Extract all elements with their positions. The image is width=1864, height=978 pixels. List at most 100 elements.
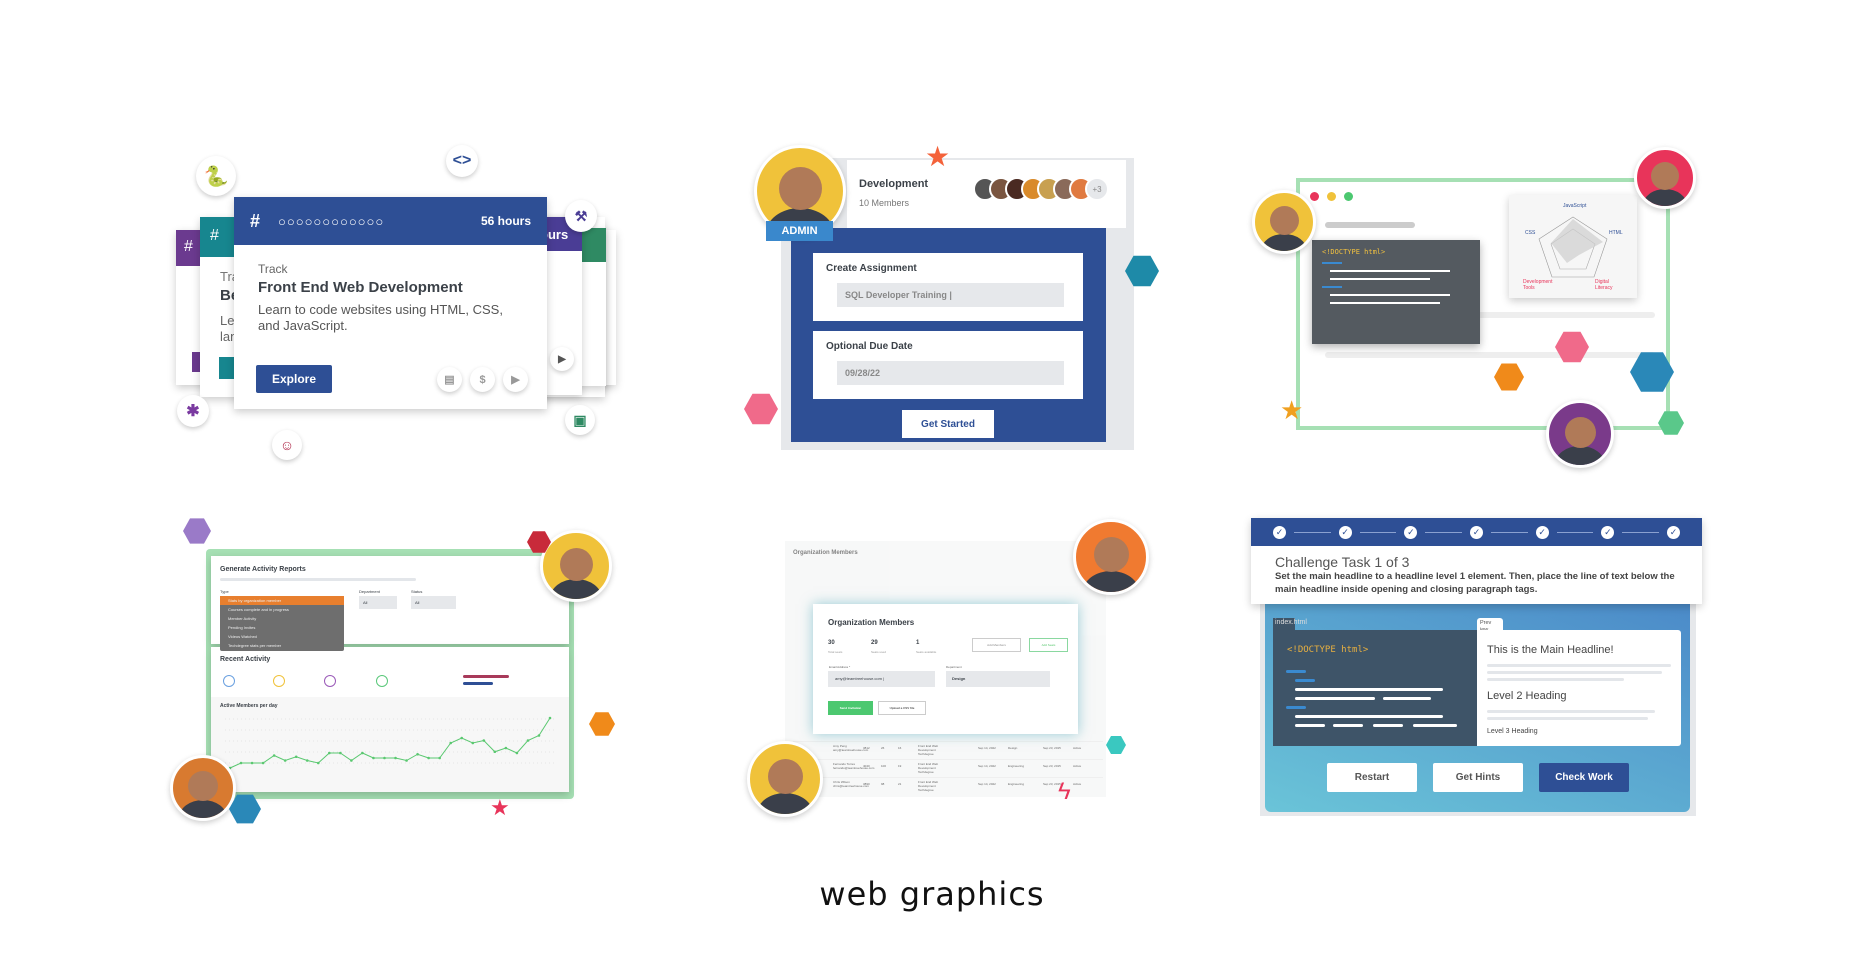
- book-icon[interactable]: ▤: [437, 367, 462, 392]
- bg-title: Organization Members: [793, 550, 858, 556]
- python-icon: 🐍: [196, 156, 236, 196]
- department-label: Department: [946, 665, 962, 669]
- data-point: [449, 741, 452, 745]
- department-label: Department: [359, 589, 380, 594]
- create-assignment-box: Create Assignment SQL Developer Training…: [813, 253, 1083, 321]
- stat-label: Total seats: [828, 650, 843, 654]
- window-controls: [1310, 192, 1353, 201]
- radar-chart: JavaScript HTML Digital Literacy Develop…: [1509, 195, 1637, 298]
- team-header: Development 10 Members +3: [847, 160, 1126, 228]
- radar-axis-label: CSS: [1525, 230, 1536, 236]
- modal-title: Organization Members: [828, 618, 915, 627]
- add-seats-button[interactable]: Add Seats: [1029, 638, 1068, 652]
- learner-avatar: [1252, 190, 1316, 254]
- member-avatar: [540, 530, 612, 602]
- cell-track: Front End Web Development Techdegree: [918, 780, 939, 792]
- data-point: [372, 756, 375, 760]
- recent-activity: Recent Activity Active Members per day: [211, 647, 569, 792]
- track-title: Front End Web Development: [258, 279, 463, 296]
- due-date-input[interactable]: 09/28/22: [837, 361, 1064, 385]
- cell-n3: 21: [898, 782, 902, 786]
- hex-badge-icon: [1106, 736, 1126, 754]
- cell-track: Front End Web Development Techdegree: [918, 744, 939, 756]
- hex-badge-icon: [589, 712, 615, 736]
- data-point: [305, 759, 309, 762]
- table-row[interactable]: Chris Wilson chris@teamtreehouse.com 3890 9…: [793, 777, 1103, 795]
- table-row[interactable]: Amy Peng amy@teamtreehouse.com 3812 26 16 Fro…: [793, 741, 1103, 759]
- email-input[interactable]: amy@teamtreehouse.com |: [828, 671, 935, 687]
- department-select[interactable]: All: [359, 596, 397, 609]
- activity-icon: [324, 675, 336, 687]
- cell-n1: 3890: [863, 782, 870, 786]
- get-hints-button[interactable]: Get Hints: [1433, 763, 1523, 792]
- dropdown-option[interactable]: Stats by organization member: [220, 596, 344, 605]
- code-snippet: <!DOCTYPE html>: [1312, 240, 1480, 344]
- preview-pane: This is the Main Headline! Level 2 Headi…: [1477, 630, 1681, 746]
- assignment-name-input[interactable]: SQL Developer Training |: [837, 283, 1064, 307]
- type-label: Type: [220, 589, 229, 594]
- recent-activity-title: Recent Activity: [220, 656, 271, 663]
- play-icon[interactable]: ▶: [550, 347, 574, 371]
- track-hours: 56 hours: [480, 214, 531, 228]
- cell-joined: Sep 23, 2015: [1043, 746, 1061, 750]
- radar-axis-label: JavaScript: [1563, 203, 1587, 209]
- data-point: [493, 750, 497, 754]
- radar-axis-label: Digital Literacy: [1595, 279, 1613, 291]
- network-icon: ✱: [177, 395, 209, 427]
- tools-icon: ⚒: [565, 200, 597, 232]
- learner-avatar: [1546, 400, 1614, 468]
- data-point: [361, 751, 364, 755]
- due-label: Optional Due Date: [826, 341, 913, 352]
- table-row[interactable]: Fernando Torres fernando@teamtreehouse.co…: [793, 759, 1103, 777]
- stat-value: 30: [828, 640, 835, 646]
- challenge-instructions: Set the main headline to a headline leve…: [1275, 571, 1675, 595]
- data-point: [394, 756, 397, 760]
- data-point: [239, 761, 243, 765]
- activity-icon: [273, 675, 285, 687]
- send-invitation-button[interactable]: Send Invitation: [828, 701, 873, 715]
- data-point: [526, 739, 530, 742]
- cell-date: Sep 14, 2022: [978, 746, 996, 750]
- email-label: Email Address *: [829, 665, 851, 669]
- extra-members-count: +3: [1085, 177, 1109, 201]
- status-label: Status: [411, 589, 423, 594]
- play-icon[interactable]: ▶: [503, 367, 528, 392]
- dropdown-option[interactable]: Pending Invites: [220, 623, 344, 632]
- hex-badge-icon: [744, 393, 778, 425]
- data-point: [482, 739, 486, 742]
- money-bag-icon[interactable]: $: [470, 367, 495, 392]
- track-description: Learn to code websites using HTML, CSS, …: [258, 302, 503, 333]
- status-select[interactable]: All: [411, 596, 456, 609]
- dropdown-option[interactable]: Member Activity: [220, 614, 344, 623]
- check-work-button[interactable]: Check Work: [1539, 763, 1629, 792]
- activity-icon: [223, 675, 235, 687]
- data-point: [471, 741, 475, 745]
- member-avatars: +3: [973, 177, 1109, 201]
- get-started-button[interactable]: Get Started: [902, 410, 994, 438]
- dropdown-option[interactable]: Courses complete and in progress: [220, 605, 344, 614]
- dropdown-option[interactable]: Techdegree stats per member: [220, 641, 344, 650]
- type-dropdown[interactable]: Stats by organization member Courses com…: [220, 596, 344, 651]
- cell-n2: 100: [881, 764, 887, 768]
- check-icon: ✓: [1667, 525, 1681, 539]
- cell-n3: 19: [898, 764, 902, 768]
- restart-button[interactable]: Restart: [1327, 763, 1417, 792]
- dropdown-option[interactable]: Videos Watched: [220, 632, 344, 641]
- stat-value: 29: [871, 640, 878, 646]
- star-icon: ★: [925, 141, 951, 172]
- upload-csv-button[interactable]: Upload a CSV file: [878, 701, 926, 715]
- cell-dept: Engineering: [1008, 764, 1025, 768]
- add-members-button[interactable]: Add Members: [972, 638, 1021, 652]
- support-icon: ☺: [272, 430, 302, 460]
- cell-status: Active: [1073, 746, 1082, 750]
- member-avatar: [747, 741, 823, 817]
- member-count: 10 Members: [859, 198, 910, 208]
- cell-status: Active: [1073, 764, 1082, 768]
- explore-button[interactable]: Explore: [256, 365, 332, 393]
- file-tab[interactable]: index.html: [1275, 619, 1307, 626]
- check-icon: ✓: [1470, 525, 1484, 539]
- code-editor[interactable]: <!DOCTYPE html>: [1273, 630, 1477, 746]
- cell-dept: Engineering: [1008, 782, 1025, 786]
- department-select[interactable]: Design: [946, 671, 1050, 687]
- data-point: [350, 759, 353, 762]
